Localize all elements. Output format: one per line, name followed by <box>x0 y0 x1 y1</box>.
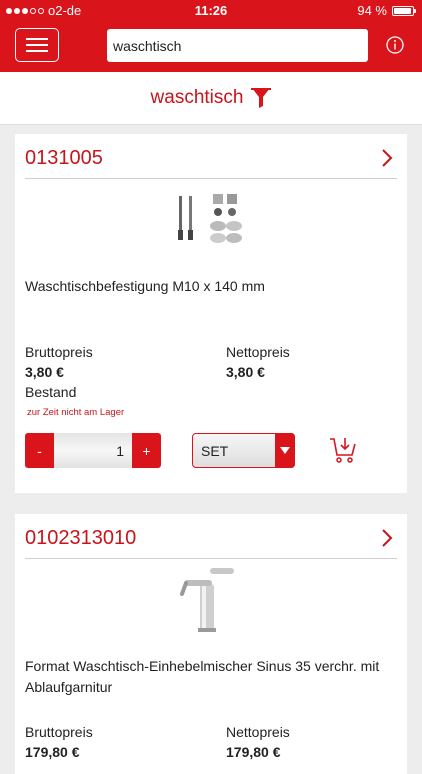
search-input[interactable] <box>107 29 368 62</box>
faucet-image <box>180 568 234 632</box>
decrease-quantity-button[interactable]: - <box>25 433 54 468</box>
product-card-header[interactable]: 0131005 <box>25 134 397 179</box>
funnel-filter-icon[interactable] <box>251 87 272 109</box>
battery-percent: 94 % <box>357 3 387 18</box>
dropdown-arrow-icon <box>275 433 295 468</box>
product-name: Waschtischbefestigung M10 x 140 mm <box>25 278 265 294</box>
chevron-right-icon[interactable] <box>381 528 393 548</box>
filter-title: waschtisch <box>150 87 244 108</box>
battery-status: 94 % <box>357 3 416 18</box>
article-number: 0131005 <box>25 147 103 169</box>
hamburger-menu-button[interactable] <box>15 28 59 62</box>
add-to-cart-icon[interactable] <box>328 435 358 465</box>
status-bar: o2-de 11:26 94 % <box>0 0 422 22</box>
net-price: 3,80 € <box>226 364 265 380</box>
product-name: Format Waschtisch-Einhebelmischer Sinus … <box>25 658 380 695</box>
net-price: 179,80 € <box>226 744 281 760</box>
stock-status: zur Zeit nicht am Lager <box>27 407 125 418</box>
product-image <box>15 190 407 246</box>
top-navbar <box>0 22 422 72</box>
chevron-right-icon[interactable] <box>381 148 393 168</box>
product-card: 0131005 Waschtischbefestigung M10 x 140 … <box>15 134 407 493</box>
quantity-stepper: - + <box>25 433 161 468</box>
gross-price-label: Bruttopreis <box>25 724 93 740</box>
net-price-label: Nettopreis <box>226 344 290 360</box>
product-image <box>15 566 407 636</box>
unit-selected-value: SET <box>201 443 229 459</box>
gross-price: 179,80 € <box>25 744 80 760</box>
gross-price-label: Bruttopreis <box>25 344 93 360</box>
product-card-header[interactable]: 0102313010 <box>25 514 397 559</box>
increase-quantity-button[interactable]: + <box>132 433 161 468</box>
battery-icon <box>392 5 416 16</box>
product-card: 0102313010 Format Waschtisch-Einhebelmis… <box>15 514 407 774</box>
filter-bar[interactable]: waschtisch <box>0 72 422 125</box>
unit-select[interactable]: SET <box>192 433 295 468</box>
mounting-bolts-image <box>178 194 242 243</box>
info-icon[interactable] <box>385 35 405 55</box>
net-price-label: Nettopreis <box>226 724 290 740</box>
article-number: 0102313010 <box>25 527 137 549</box>
gross-price: 3,80 € <box>25 364 64 380</box>
stock-label: Bestand <box>25 384 77 400</box>
quantity-input[interactable] <box>54 433 132 468</box>
